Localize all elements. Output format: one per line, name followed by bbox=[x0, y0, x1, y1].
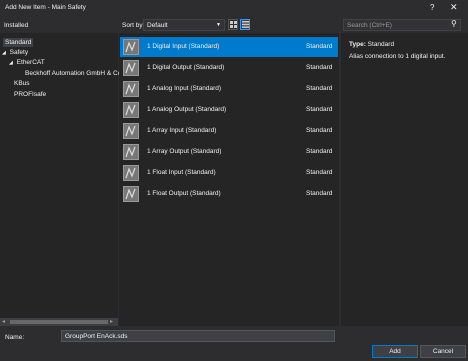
item-name: 1 Float Output (Standard) bbox=[147, 190, 221, 197]
sort-by-label: Sort by: bbox=[122, 22, 145, 29]
add-button[interactable]: Add bbox=[372, 345, 418, 358]
item-category: Standard bbox=[306, 64, 333, 71]
item-category: Standard bbox=[306, 85, 333, 92]
tree-item-beckhoff[interactable]: Beckhoff Automation GmbH & Co bbox=[25, 70, 121, 77]
expanded-arrow-icon[interactable]: ◢ bbox=[2, 50, 6, 56]
close-button[interactable]: ✕ bbox=[450, 2, 458, 13]
type-value: Standard bbox=[367, 41, 395, 48]
item-name: 1 Digital Output (Standard) bbox=[147, 64, 225, 71]
item-category: Standard bbox=[306, 43, 333, 50]
template-item-icon bbox=[123, 39, 139, 55]
expanded-arrow-icon[interactable]: ◢ bbox=[9, 60, 13, 66]
window-title: Add New Item - Main Safety bbox=[5, 4, 86, 11]
name-label: Name: bbox=[5, 334, 25, 341]
list-item[interactable]: 1 Digital Input (Standard) Standard bbox=[120, 37, 338, 57]
template-item-icon bbox=[123, 144, 139, 160]
item-category: Standard bbox=[306, 127, 333, 134]
item-category: Standard bbox=[306, 169, 333, 176]
item-category: Standard bbox=[306, 106, 333, 113]
tree-item-label: Beckhoff Automation GmbH & Co bbox=[25, 70, 122, 77]
tree-item-label: EtherCAT bbox=[16, 59, 45, 66]
tree-item-label: PROFIsafe bbox=[14, 91, 47, 98]
item-name: 1 Array Output (Standard) bbox=[147, 148, 222, 155]
item-name: 1 Analog Output (Standard) bbox=[147, 106, 227, 113]
search-placeholder: Search (Ctrl+E) bbox=[347, 22, 392, 29]
list-item[interactable]: 1 Array Input (Standard) Standard bbox=[120, 121, 338, 141]
installed-header: Installed bbox=[4, 22, 29, 29]
list-item[interactable]: 1 Analog Input (Standard) Standard bbox=[120, 79, 338, 99]
tree-item-kbus[interactable]: KBus bbox=[14, 80, 30, 87]
scroll-right-icon[interactable]: ▸ bbox=[110, 318, 113, 325]
chevron-down-icon: ▼ bbox=[216, 22, 221, 28]
name-value: GroupPort EnAck.sds bbox=[65, 333, 128, 340]
item-type: Type: Standard bbox=[349, 41, 394, 48]
item-name: 1 Float Input (Standard) bbox=[147, 169, 216, 176]
list-view-icon bbox=[241, 21, 249, 28]
item-name: 1 Analog Input (Standard) bbox=[147, 85, 222, 92]
template-item-icon bbox=[123, 186, 139, 202]
title-bar: Add New Item - Main Safety ? ✕ bbox=[0, 0, 468, 17]
name-field[interactable]: GroupPort EnAck.sds bbox=[61, 330, 335, 342]
grid-view-icon bbox=[229, 21, 237, 28]
list-item[interactable]: 1 Float Input (Standard) Standard bbox=[120, 163, 338, 183]
cancel-button[interactable]: Cancel bbox=[420, 345, 466, 358]
item-description: Alias connection to 1 digital input. bbox=[349, 53, 446, 60]
sort-by-value: Default bbox=[147, 22, 168, 29]
tree-item-profisafe[interactable]: PROFIsafe bbox=[14, 91, 46, 98]
list-view-button[interactable] bbox=[240, 19, 250, 30]
template-item-icon bbox=[123, 123, 139, 139]
tree-item-standard[interactable]: Standard bbox=[3, 38, 34, 47]
item-category: Standard bbox=[306, 190, 333, 197]
type-label: Type: bbox=[349, 41, 366, 48]
item-name: 1 Digital Input (Standard) bbox=[147, 43, 220, 50]
tree-item-label: Safety bbox=[9, 49, 29, 56]
tree-item-label: Standard bbox=[5, 39, 32, 46]
list-item[interactable]: 1 Float Output (Standard) Standard bbox=[120, 184, 338, 204]
template-item-icon bbox=[123, 165, 139, 181]
search-icon[interactable]: ⚲ bbox=[451, 19, 457, 28]
item-name: 1 Array Input (Standard) bbox=[147, 127, 217, 134]
horizontal-scrollbar[interactable]: ◂ ▸ bbox=[0, 318, 118, 326]
tree-item-label: KBus bbox=[14, 80, 30, 87]
description-panel bbox=[341, 33, 468, 326]
scrollbar-thumb[interactable] bbox=[10, 320, 108, 324]
tree-item-safety[interactable]: ◢ Safety bbox=[2, 49, 28, 56]
template-item-icon bbox=[123, 102, 139, 118]
template-item-icon bbox=[123, 60, 139, 76]
search-input[interactable]: Search (Ctrl+E) bbox=[343, 19, 461, 31]
list-item[interactable]: 1 Digital Output (Standard) Standard bbox=[120, 58, 338, 78]
template-item-icon bbox=[123, 81, 139, 97]
scroll-left-icon[interactable]: ◂ bbox=[2, 318, 5, 325]
list-item[interactable]: 1 Analog Output (Standard) Standard bbox=[120, 100, 338, 120]
item-category: Standard bbox=[306, 148, 333, 155]
grid-view-button[interactable] bbox=[228, 19, 238, 30]
tree-item-ethercat[interactable]: ◢ EtherCAT bbox=[9, 59, 45, 66]
sort-by-dropdown[interactable]: Default ▼ bbox=[143, 19, 225, 31]
list-item[interactable]: 1 Array Output (Standard) Standard bbox=[120, 142, 338, 162]
help-button[interactable]: ? bbox=[430, 3, 434, 12]
